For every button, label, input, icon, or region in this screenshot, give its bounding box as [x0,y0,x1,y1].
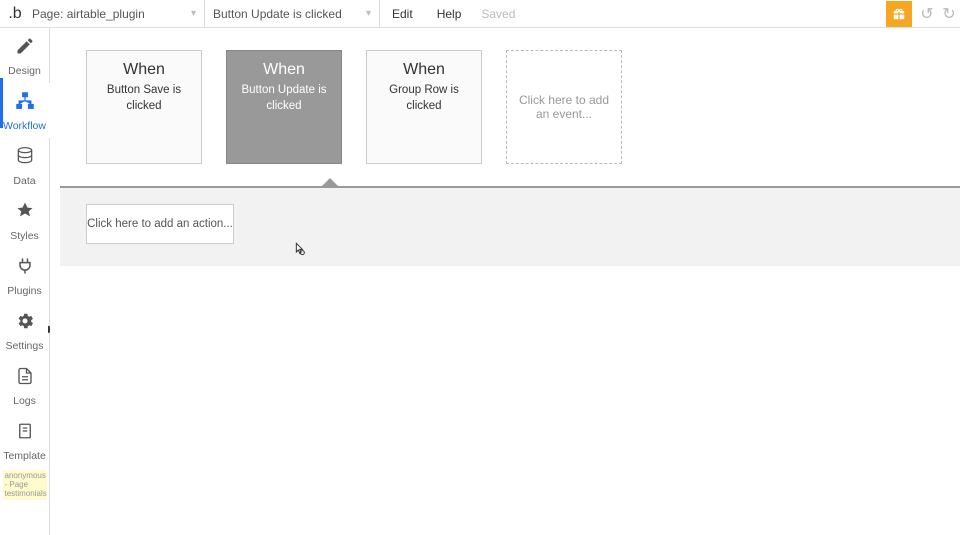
event-dropdown-label: Button Update is clicked [213,7,342,21]
anonymous-badge[interactable]: anonymous - Page testimonials [3,470,47,500]
undo-icon[interactable]: ↺ [916,4,938,24]
sidebar-item-label: Styles [10,230,39,242]
sidebar-item-styles[interactable]: Styles [0,193,50,248]
event-desc: Button Save is clicked [93,83,195,114]
gift-icon[interactable] [886,1,912,27]
saved-status: Saved [473,7,523,21]
topbar: .b Page: airtable_plugin ▾ Button Update… [0,0,960,28]
actions-panel: Click here to add an action... [60,186,960,266]
event-dropdown[interactable]: Button Update is clicked ▾ [204,0,379,27]
sidebar-item-template[interactable]: Template [0,413,50,468]
event-desc: Group Row is clicked [373,83,475,114]
sidebar-item-label: Design [8,65,41,77]
workflow-icon [15,91,35,116]
event-when-label: When [93,61,195,79]
template-icon [16,421,34,446]
chevron-down-icon: ▾ [366,8,371,19]
menu-help[interactable]: Help [425,7,474,21]
sidebar-item-label: Workflow [3,120,46,132]
sidebar-item-design[interactable]: Design [0,28,50,83]
sidebar-item-settings[interactable]: Settings [0,303,50,358]
plugins-icon [15,256,35,281]
add-action-button[interactable]: Click here to add an action... [86,204,234,244]
sidebar: Design Workflow Data Styles Plugins Sett… [0,28,50,535]
add-event-button[interactable]: Click here to add an event... [506,50,622,164]
active-indicator [0,78,3,128]
sidebar-item-workflow[interactable]: Workflow [0,83,50,138]
event-card-save[interactable]: When Button Save is clicked [86,50,202,164]
logs-icon [16,366,34,391]
sidebar-item-label: Data [13,175,35,187]
add-action-label: Click here to add an action... [87,218,233,230]
events-row: When Button Save is clicked When Button … [60,28,960,183]
event-when-label: When [233,61,335,79]
sidebar-item-plugins[interactable]: Plugins [0,248,50,303]
main-canvas: When Button Save is clicked When Button … [50,28,960,535]
chevron-down-icon: ▾ [191,8,196,19]
page-dropdown-label: Page: airtable_plugin [32,7,145,21]
event-card-update[interactable]: When Button Update is clicked [226,50,342,164]
selected-pointer [322,178,338,186]
sidebar-item-label: Template [3,450,46,462]
sidebar-item-logs[interactable]: Logs [0,358,50,413]
redo-icon[interactable]: ↻ [938,4,960,24]
sidebar-item-label: Plugins [7,285,41,297]
add-event-label: Click here to add an event... [517,93,611,121]
event-desc: Button Update is clicked [233,83,335,114]
sidebar-item-data[interactable]: Data [0,138,50,193]
data-icon [15,146,35,171]
event-when-label: When [373,61,475,79]
gear-icon [15,311,35,336]
app-logo: .b [0,5,24,23]
page-dropdown[interactable]: Page: airtable_plugin ▾ [24,7,204,21]
menu-edit[interactable]: Edit [380,7,425,21]
sidebar-item-label: Settings [6,340,44,352]
event-card-group-row[interactable]: When Group Row is clicked [366,50,482,164]
design-icon [15,36,35,61]
sidebar-item-label: Logs [13,395,36,407]
styles-icon [15,201,35,226]
